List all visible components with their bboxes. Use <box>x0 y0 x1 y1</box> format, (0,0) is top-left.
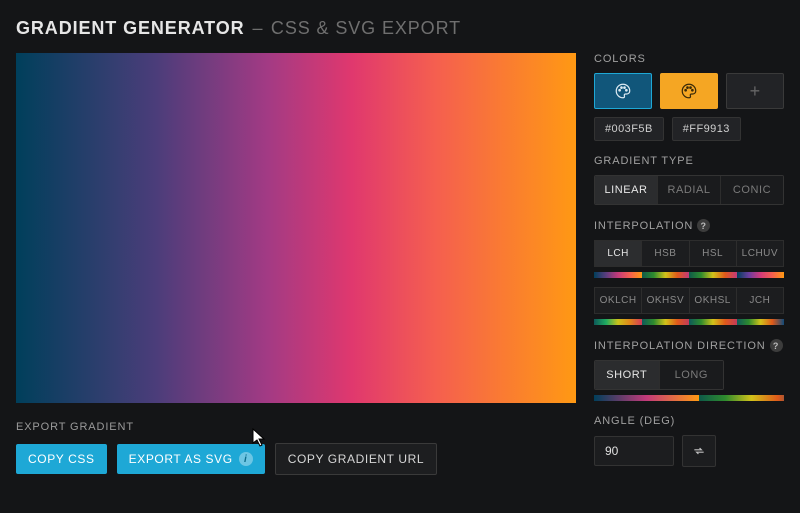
interp-okhsl[interactable]: OKHSL <box>689 287 736 314</box>
gradient-type-heading: GRADIENT TYPE <box>594 155 784 167</box>
interp-hsl[interactable]: HSL <box>689 240 736 267</box>
direction-strip <box>594 395 699 401</box>
copy-url-button[interactable]: COPY GRADIENT URL <box>275 443 437 475</box>
color-swatch-2[interactable] <box>660 73 718 109</box>
copy-css-label: COPY CSS <box>28 452 95 466</box>
direction-heading: INTERPOLATION DIRECTION ? <box>594 339 784 352</box>
gradient-preview <box>16 53 576 403</box>
title-subtitle: CSS & SVG EXPORT <box>271 18 461 39</box>
gradient-type-group: LINEAR RADIAL CONIC <box>594 175 784 205</box>
colors-heading: COLORS <box>594 53 784 65</box>
swap-icon <box>692 444 706 458</box>
plus-icon: + <box>750 81 761 102</box>
interp-strip <box>594 272 642 278</box>
interp-strip <box>642 319 690 325</box>
help-icon[interactable]: ? <box>697 219 710 232</box>
direction-long[interactable]: LONG <box>660 361 724 389</box>
color-swatch-1[interactable] <box>594 73 652 109</box>
interp-okhsv[interactable]: OKHSV <box>641 287 688 314</box>
interp-oklch[interactable]: OKLCH <box>594 287 641 314</box>
export-svg-button[interactable]: EXPORT AS SVG i <box>117 444 265 474</box>
interpolation-heading: INTERPOLATION ? <box>594 219 784 232</box>
reverse-angle-button[interactable] <box>682 435 716 467</box>
copy-css-button[interactable]: COPY CSS <box>16 444 107 474</box>
info-icon: i <box>239 452 253 466</box>
copy-url-label: COPY GRADIENT URL <box>288 452 424 466</box>
interp-lchuv[interactable]: LCHUV <box>736 240 784 267</box>
add-color-button[interactable]: + <box>726 73 784 109</box>
direction-group: SHORT LONG <box>594 360 724 390</box>
title-separator: – <box>253 18 263 39</box>
interp-jch[interactable]: JCH <box>736 287 784 314</box>
interp-strip <box>689 272 737 278</box>
hex-chip-1[interactable]: #003F5B <box>594 117 664 141</box>
palette-icon <box>614 82 632 100</box>
hex-chip-2[interactable]: #FF9913 <box>672 117 741 141</box>
interp-strip <box>594 319 642 325</box>
title-main: GRADIENT GENERATOR <box>16 18 245 39</box>
angle-input[interactable] <box>594 436 674 466</box>
interp-lch[interactable]: LCH <box>594 240 641 267</box>
interp-strip <box>737 272 785 278</box>
interp-strip <box>642 272 690 278</box>
palette-icon <box>680 82 698 100</box>
help-icon[interactable]: ? <box>770 339 783 352</box>
gradient-type-radial[interactable]: RADIAL <box>658 176 721 204</box>
gradient-type-conic[interactable]: CONIC <box>721 176 783 204</box>
interp-hsb[interactable]: HSB <box>641 240 688 267</box>
gradient-type-linear[interactable]: LINEAR <box>595 176 658 204</box>
page-title: GRADIENT GENERATOR – CSS & SVG EXPORT <box>16 18 784 39</box>
direction-strip <box>699 395 784 401</box>
export-svg-label: EXPORT AS SVG <box>129 452 233 466</box>
export-heading: EXPORT GRADIENT <box>16 421 576 433</box>
angle-heading: ANGLE (DEG) <box>594 415 784 427</box>
interp-strip <box>689 319 737 325</box>
direction-short[interactable]: SHORT <box>595 361 660 389</box>
interp-strip <box>737 319 785 325</box>
